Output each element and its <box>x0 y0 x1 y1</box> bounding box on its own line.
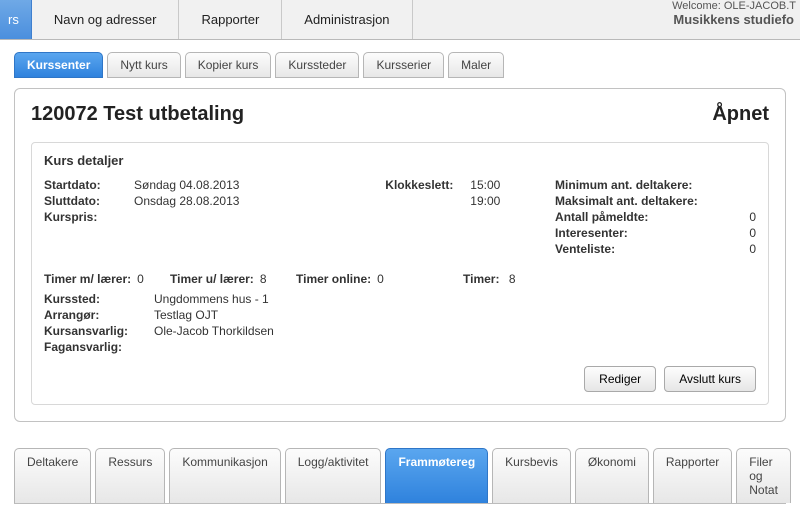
enrolled-label: Antall påmeldte: <box>555 210 726 224</box>
place-label: Kurssted: <box>44 292 154 306</box>
interested-label: Interesenter: <box>555 226 726 240</box>
bottomtab-okonomi[interactable]: Økonomi <box>575 448 649 503</box>
edit-button[interactable]: Rediger <box>584 366 656 392</box>
time-end: 19:00 <box>470 194 547 208</box>
fac-value <box>154 340 756 354</box>
mainnav-tab-rapporter[interactable]: Rapporter <box>179 0 282 39</box>
org-label: Arrangør: <box>44 308 154 322</box>
hrswithout-value: 8 <box>260 272 267 286</box>
price-value <box>134 210 377 224</box>
subtab-kurssteder[interactable]: Kurssteder <box>275 52 359 78</box>
hrswithout-label: Timer u/ lærer: <box>170 272 254 286</box>
bottomtab-deltakere[interactable]: Deltakere <box>14 448 91 503</box>
subtab-nytt-kurs[interactable]: Nytt kurs <box>107 52 180 78</box>
bottomtab-frammotereg[interactable]: Frammøtereg <box>385 448 488 503</box>
hrsonline-label: Timer online: <box>296 272 371 286</box>
resp-label: Kursansvarlig: <box>44 324 154 338</box>
bottom-tabs: Deltakere Ressurs Kommunikasjon Logg/akt… <box>14 448 786 504</box>
resp-value: Ole-Jacob Thorkildsen <box>154 324 756 338</box>
fac-label: Fagansvarlig: <box>44 340 154 354</box>
mainnav-tab-kurs[interactable]: rs <box>0 0 32 39</box>
org-value: Testlag OJT <box>154 308 756 322</box>
mainnav-tab-admin[interactable]: Administrasjon <box>282 0 412 39</box>
minpart-value <box>726 178 756 192</box>
time-label: Klokkeslett: <box>385 178 470 192</box>
subtab-maler[interactable]: Maler <box>448 52 504 78</box>
subtabs: Kurssenter Nytt kurs Kopier kurs Kursste… <box>14 52 786 78</box>
minpart-label: Minimum ant. deltakere: <box>555 178 726 192</box>
hrsonline-value: 0 <box>377 272 384 286</box>
welcome-text: Welcome: OLE-JACOB.T <box>668 0 800 12</box>
interested-value: 0 <box>726 226 756 240</box>
subtab-kurssenter[interactable]: Kurssenter <box>14 52 103 78</box>
bottomtab-logg[interactable]: Logg/aktivitet <box>285 448 382 503</box>
subtab-kursserier[interactable]: Kursserier <box>363 52 444 78</box>
course-status: Åpnet <box>712 103 769 126</box>
maxpart-label: Maksimalt ant. deltakere: <box>555 194 726 208</box>
details-heading: Kurs detaljer <box>44 153 756 168</box>
bottomtab-kursbevis[interactable]: Kursbevis <box>492 448 571 503</box>
place-value: Ungdommens hus - 1 <box>154 292 756 306</box>
waitlist-value: 0 <box>726 242 756 256</box>
end-value: Onsdag 28.08.2013 <box>134 194 377 208</box>
bottomtab-ressurs[interactable]: Ressurs <box>95 448 165 503</box>
start-value: Søndag 04.08.2013 <box>134 178 377 192</box>
hrs-value: 8 <box>509 272 516 286</box>
start-label: Startdato: <box>44 178 134 192</box>
mainnav-tab-navn[interactable]: Navn og adresser <box>32 0 180 39</box>
time-start: 15:00 <box>470 178 547 192</box>
bottomtab-filer[interactable]: Filer og Notat <box>736 448 791 503</box>
price-label: Kurspris: <box>44 210 134 224</box>
bottomtab-kommunikasjon[interactable]: Kommunikasjon <box>169 448 280 503</box>
enrolled-value: 0 <box>726 210 756 224</box>
details-box: Kurs detaljer Startdato:Søndag 04.08.201… <box>31 142 769 405</box>
hrswith-label: Timer m/ lærer: <box>44 272 131 286</box>
maxpart-value <box>726 194 756 208</box>
course-title: 120072 Test utbetaling <box>31 103 244 126</box>
waitlist-label: Venteliste: <box>555 242 726 256</box>
end-label: Sluttdato: <box>44 194 134 208</box>
close-course-button[interactable]: Avslutt kurs <box>664 366 756 392</box>
hrswith-value: 0 <box>137 272 144 286</box>
hrs-label: Timer: <box>463 272 499 286</box>
bottomtab-rapporter[interactable]: Rapporter <box>653 448 732 503</box>
course-panel: 120072 Test utbetaling Åpnet Kurs detalj… <box>14 88 786 422</box>
subtab-kopier-kurs[interactable]: Kopier kurs <box>185 52 272 78</box>
